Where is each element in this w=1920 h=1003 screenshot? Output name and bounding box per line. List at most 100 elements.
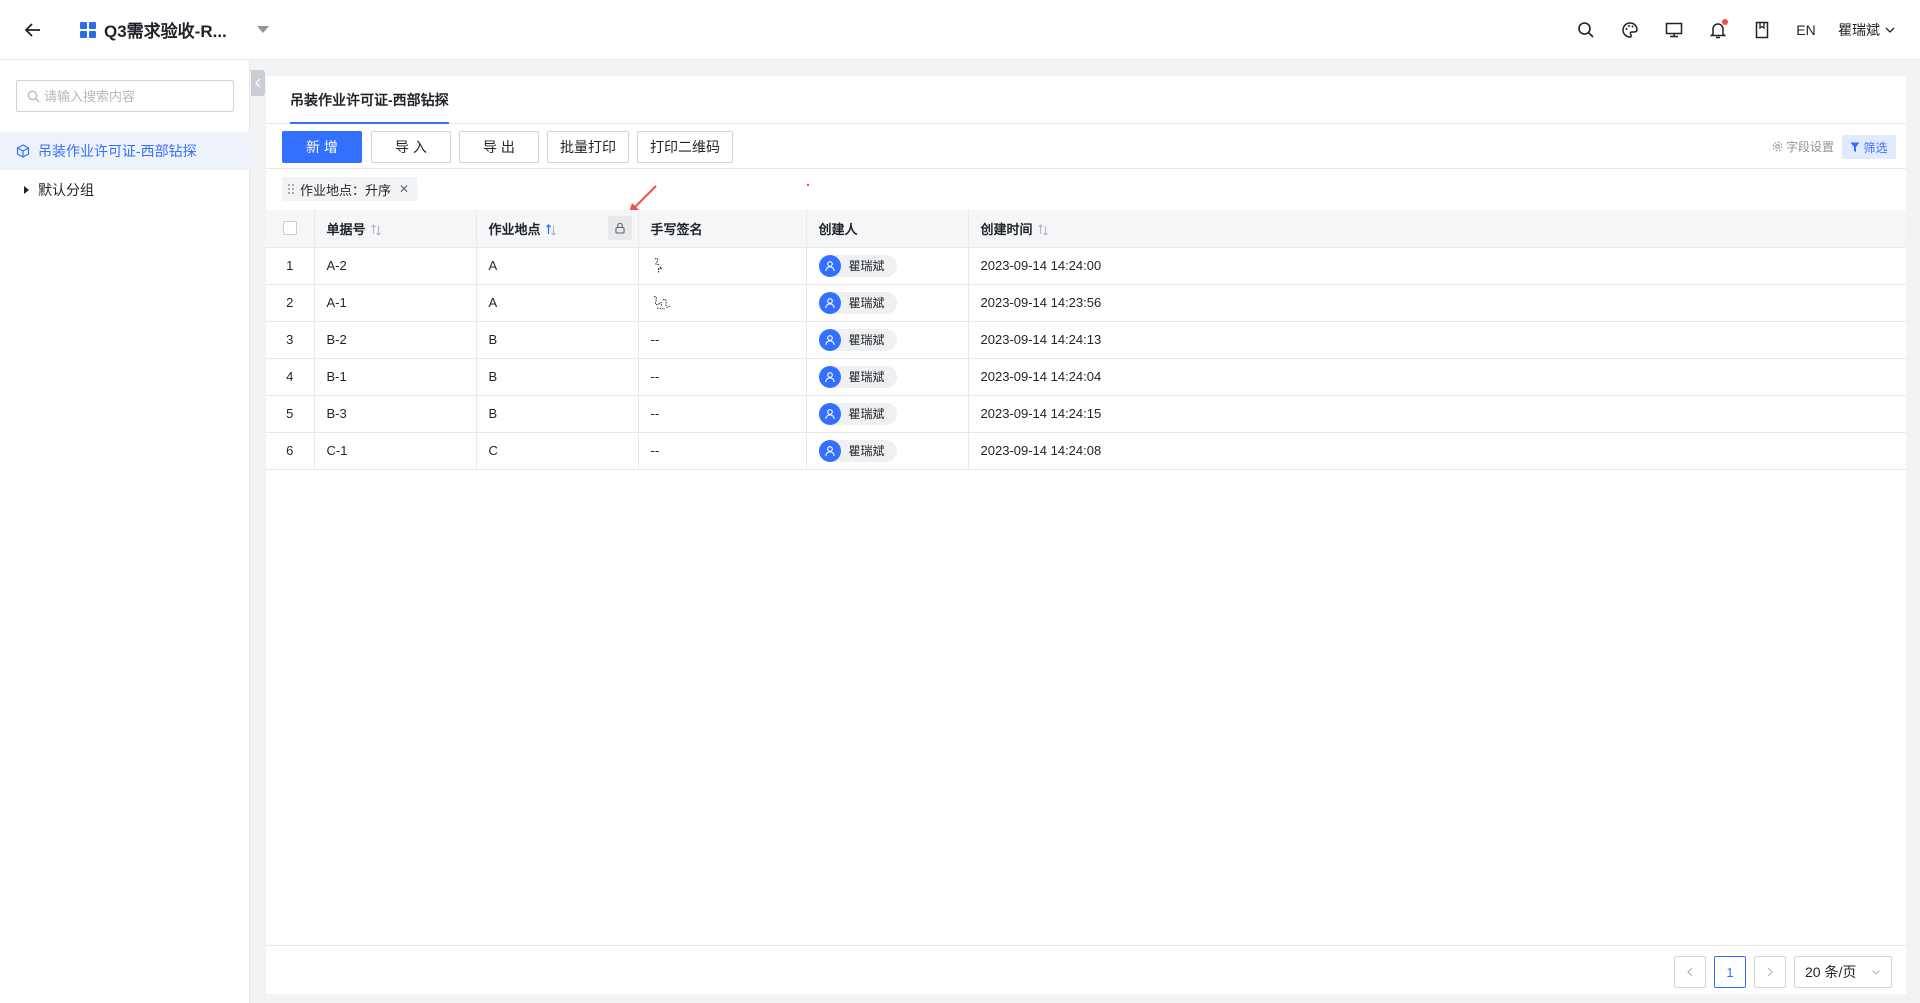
table-row[interactable]: 3 B-2 B -- 瞿瑞斌 2023-09-14 14:24:13 <box>266 321 1906 359</box>
table-row[interactable]: 4 B-1 B -- 瞿瑞斌 2023-09-14 14:24:04 <box>266 358 1906 396</box>
gear-icon <box>1772 141 1783 152</box>
user-menu[interactable]: 瞿瑞斌 <box>1838 20 1896 40</box>
user-avatar-icon <box>818 439 841 462</box>
cube-icon <box>16 144 30 158</box>
sort-bar: 作业地点：升序 ✕ <box>266 169 1906 209</box>
column-header-signature[interactable]: 手写签名 <box>638 210 807 248</box>
signature-empty: -- <box>650 332 660 347</box>
user-chip[interactable]: 瞿瑞斌 <box>818 291 897 314</box>
user-avatar-icon <box>818 365 841 388</box>
chevron-down-icon <box>1872 970 1880 975</box>
back-arrow-icon[interactable] <box>20 17 46 43</box>
filter-button[interactable]: 筛选 <box>1842 135 1896 159</box>
sidebar-item-form[interactable]: 吊装作业许可证-西部钻探 <box>0 132 250 170</box>
search-input[interactable] <box>44 88 224 104</box>
user-chip[interactable]: 瞿瑞斌 <box>818 254 897 277</box>
data-table: 单据号 作业地点 手写签名 创建人 创建时间 1 A-2 A 瞿瑞斌 2023-09-1… <box>266 210 1906 470</box>
page-number-button[interactable]: 1 <box>1714 956 1746 988</box>
cell-doc[interactable]: C-1 <box>314 432 477 470</box>
sidebar-collapse-button[interactable] <box>251 70 265 96</box>
cell-location: B <box>476 321 639 359</box>
sort-icon[interactable] <box>370 224 382 237</box>
search-icon[interactable] <box>1564 8 1608 52</box>
page-size-select[interactable]: 20 条/页 <box>1794 956 1892 988</box>
tab-form[interactable]: 吊装作业许可证-西部钻探 <box>290 76 449 124</box>
column-label: 单据号 <box>326 221 366 237</box>
cell-creator: 瞿瑞斌 <box>806 321 969 359</box>
user-chip[interactable]: 瞿瑞斌 <box>818 328 897 351</box>
column-header-doc[interactable]: 单据号 <box>314 210 477 248</box>
print-qr-button[interactable]: 打印二维码 <box>637 131 733 163</box>
sidebar: 吊装作业许可证-西部钻探 默认分组 <box>0 60 250 1003</box>
main-panel: 吊装作业许可证-西部钻探 新 增 导 入 导 出 批量打印 打印二维码 字段设置… <box>266 76 1906 994</box>
sidebar-item-label: 吊装作业许可证-西部钻探 <box>38 143 197 159</box>
cell-location: A <box>476 284 639 322</box>
signature-empty: -- <box>650 406 660 421</box>
bookmark-icon[interactable] <box>1740 8 1784 52</box>
user-chip[interactable]: 瞿瑞斌 <box>818 439 897 462</box>
row-index: 4 <box>266 358 315 396</box>
title-dropdown-icon[interactable] <box>256 26 269 33</box>
sort-chip-label: 作业地点：升序 <box>300 182 392 198</box>
column-header-location[interactable]: 作业地点 <box>476 210 639 248</box>
row-index: 6 <box>266 432 315 470</box>
monitor-icon[interactable] <box>1652 8 1696 52</box>
sort-ascending-icon[interactable] <box>545 224 557 237</box>
user-chip-label: 瞿瑞斌 <box>848 333 885 347</box>
notification-bell-icon[interactable] <box>1696 8 1740 52</box>
cell-doc[interactable]: B-2 <box>314 321 477 359</box>
user-chip[interactable]: 瞿瑞斌 <box>818 402 897 425</box>
table-row[interactable]: 1 A-2 A 瞿瑞斌 2023-09-14 14:24:00 <box>266 247 1906 285</box>
table-row[interactable]: 5 B-3 B -- 瞿瑞斌 2023-09-14 14:24:15 <box>266 395 1906 433</box>
next-page-button[interactable] <box>1754 956 1786 988</box>
cell-signature: -- <box>638 432 807 470</box>
prev-page-button[interactable] <box>1674 956 1706 988</box>
export-button[interactable]: 导 出 <box>459 131 539 163</box>
caret-right-icon[interactable] <box>24 186 29 194</box>
cell-location: C <box>476 432 639 470</box>
cell-created: 2023-09-14 14:24:00 <box>968 247 1906 285</box>
cell-doc[interactable]: B-1 <box>314 358 477 396</box>
theme-palette-icon[interactable] <box>1608 8 1652 52</box>
sort-chip[interactable]: 作业地点：升序 ✕ <box>282 177 418 201</box>
sort-icon[interactable] <box>1037 224 1049 237</box>
signature-empty: -- <box>650 443 660 458</box>
column-header-creator[interactable]: 创建人 <box>806 210 969 248</box>
drag-handle-icon[interactable] <box>288 184 294 194</box>
row-index: 3 <box>266 321 315 359</box>
user-avatar-icon <box>818 291 841 314</box>
user-chip-label: 瞿瑞斌 <box>848 407 885 421</box>
cell-location: A <box>476 247 639 285</box>
batch-print-button[interactable]: 批量打印 <box>547 131 629 163</box>
row-index: 1 <box>266 247 315 285</box>
select-all-cell <box>266 210 315 248</box>
table-row[interactable]: 2 A-1 A 瞿瑞斌 2023-09-14 14:23:56 <box>266 284 1906 322</box>
cell-creator: 瞿瑞斌 <box>806 247 969 285</box>
cell-location: B <box>476 395 639 433</box>
signature-empty: -- <box>650 369 660 384</box>
user-chip[interactable]: 瞿瑞斌 <box>818 365 897 388</box>
add-button[interactable]: 新 增 <box>282 131 362 163</box>
row-index: 5 <box>266 395 315 433</box>
cell-doc[interactable]: A-2 <box>314 247 477 285</box>
user-name: 瞿瑞斌 <box>1838 22 1880 38</box>
field-settings-button[interactable]: 字段设置 <box>1772 138 1834 155</box>
cell-doc[interactable]: B-3 <box>314 395 477 433</box>
filter-icon <box>1850 142 1860 152</box>
language-switch[interactable]: EN <box>1784 22 1828 38</box>
select-all-checkbox[interactable] <box>282 221 297 236</box>
close-icon[interactable]: ✕ <box>399 182 409 196</box>
column-header-created[interactable]: 创建时间 <box>968 210 1906 248</box>
table-row[interactable]: 6 C-1 C -- 瞿瑞斌 2023-09-14 14:24:08 <box>266 432 1906 470</box>
sidebar-item-default-group[interactable]: 默认分组 <box>0 175 250 205</box>
cell-doc[interactable]: A-1 <box>314 284 477 322</box>
lock-icon[interactable] <box>607 216 632 240</box>
cell-created: 2023-09-14 14:23:56 <box>968 284 1906 322</box>
app-title[interactable]: Q3需求验收-R... <box>104 17 227 42</box>
sidebar-search[interactable] <box>16 80 234 112</box>
cell-creator: 瞿瑞斌 <box>806 358 969 396</box>
cell-signature: -- <box>638 321 807 359</box>
chevron-left-icon <box>1687 967 1693 977</box>
user-avatar-icon <box>818 402 841 425</box>
import-button[interactable]: 导 入 <box>371 131 451 163</box>
